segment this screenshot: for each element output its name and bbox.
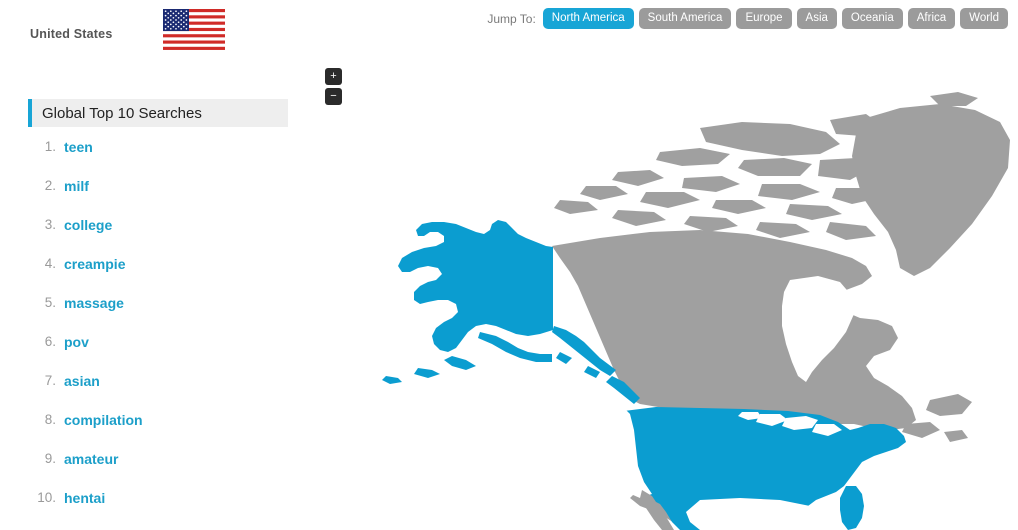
list-item[interactable]: 7. asian [28,361,288,400]
list-item-rank: 1. [44,139,56,154]
jump-button-oceania[interactable]: Oceania [841,8,903,29]
list-item-term[interactable]: asian [64,373,100,389]
list-item-rank: 10. [37,490,56,505]
list-item-term[interactable]: creampie [64,256,125,272]
jump-button-north-america[interactable]: North America [542,8,634,29]
sidebar: United States Global Top 10 Searches 1. … [0,0,310,530]
jump-to-nav: Jump To: North America South America Eur… [487,8,1008,29]
list-item[interactable]: 6. pov [28,322,288,361]
list-item[interactable]: 10. hentai [28,478,288,517]
list-item-term[interactable]: milf [64,178,89,194]
list-item-rank: 8. [44,412,56,427]
list-item-term[interactable]: massage [64,295,124,311]
us-flag-icon [163,9,225,50]
list-item[interactable]: 3. college [28,205,288,244]
panel-title-bar: Global Top 10 Searches [28,99,288,127]
jump-button-asia[interactable]: Asia [796,8,837,29]
list-item-rank: 7. [44,373,56,388]
country-name: United States [30,27,113,41]
list-item-rank: 4. [44,256,56,271]
jump-button-world[interactable]: World [960,8,1008,29]
jump-to-label: Jump To: [487,11,536,26]
panel-title: Global Top 10 Searches [42,104,202,122]
jump-button-africa[interactable]: Africa [907,8,956,29]
list-item-term[interactable]: teen [64,139,93,155]
jump-button-south-america[interactable]: South America [638,8,732,29]
list-item-rank: 9. [44,451,56,466]
top-searches-list: 1. teen 2. milf 3. college 4. creampie 5… [28,127,288,517]
list-item[interactable]: 8. compilation [28,400,288,439]
top-searches-panel: Global Top 10 Searches 1. teen 2. milf 3… [28,99,288,517]
list-item-rank: 2. [44,178,56,193]
list-item-term[interactable]: amateur [64,451,118,467]
list-item[interactable]: 2. milf [28,166,288,205]
map-zoom-controls[interactable]: + − [325,68,343,108]
zoom-in-button[interactable]: + [325,68,342,85]
list-item-rank: 3. [44,217,56,232]
jump-button-europe[interactable]: Europe [736,8,792,29]
list-item[interactable]: 9. amateur [28,439,288,478]
zoom-out-button[interactable]: − [325,88,342,105]
list-item[interactable]: 4. creampie [28,244,288,283]
list-item[interactable]: 1. teen [28,127,288,166]
list-item-term[interactable]: compilation [64,412,143,428]
country-header: United States [0,0,310,62]
list-item[interactable]: 5. massage [28,283,288,322]
list-item-term[interactable]: hentai [64,490,105,506]
list-item-term[interactable]: pov [64,334,89,350]
list-item-rank: 6. [44,334,56,349]
list-item-term[interactable]: college [64,217,112,233]
list-item-rank: 5. [44,295,56,310]
